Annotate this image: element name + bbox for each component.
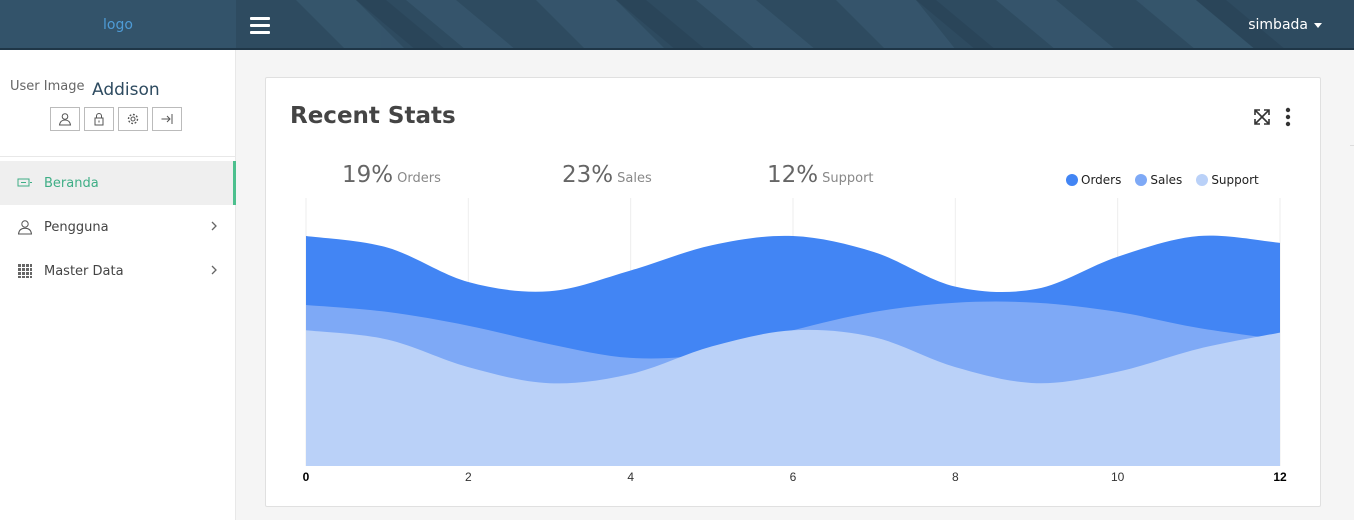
caret-down-icon bbox=[1314, 22, 1322, 28]
recent-stats-card: 0 2 4 6 8 10 12 Recent Stats 19% Orders 23% Sale… bbox=[265, 77, 1321, 507]
more-vertical-icon[interactable] bbox=[1282, 107, 1294, 127]
user-image: User Image bbox=[10, 79, 85, 94]
x-tick-label: 4 bbox=[627, 470, 634, 484]
stat-percent: 23% bbox=[562, 162, 614, 188]
stat-percent: 12% bbox=[767, 162, 819, 188]
hamburger-bar bbox=[250, 17, 270, 20]
legend-item-sales[interactable]: Sales bbox=[1135, 173, 1182, 187]
logo-text[interactable]: logo bbox=[103, 17, 133, 33]
sidebar-item-master-data[interactable]: Master Data bbox=[0, 249, 236, 293]
stat-label: Orders bbox=[397, 171, 441, 186]
legend-label: Support bbox=[1211, 173, 1259, 187]
legend-swatch bbox=[1066, 174, 1078, 186]
top-navbar: logo simbada bbox=[0, 0, 1354, 50]
sidebar: User Image Addison Beranda Pengguna Mast… bbox=[0, 50, 236, 520]
legend-label: Sales bbox=[1150, 173, 1183, 187]
dashboard-icon bbox=[17, 175, 33, 191]
hamburger-bar bbox=[250, 31, 270, 34]
user-menu-label: simbada bbox=[1248, 17, 1308, 33]
stat-support: 12% Support bbox=[767, 162, 874, 188]
card-title: Recent Stats bbox=[290, 103, 456, 129]
sidebar-nav: Beranda Pengguna Master Data bbox=[0, 161, 236, 293]
sidebar-item-label: Beranda bbox=[44, 175, 99, 191]
profile-button[interactable] bbox=[50, 107, 80, 131]
legend-label: Orders bbox=[1081, 173, 1122, 187]
user-menu-dropdown[interactable]: simbada bbox=[1248, 17, 1322, 33]
legend-swatch bbox=[1135, 174, 1148, 186]
sidebar-item-beranda[interactable]: Beranda bbox=[0, 161, 236, 205]
header-background-pattern bbox=[296, 0, 1286, 50]
x-tick-label: 2 bbox=[465, 470, 472, 484]
sidebar-item-label: Pengguna bbox=[44, 219, 109, 235]
x-tick-label: 8 bbox=[952, 470, 959, 484]
scroll-edge-marker bbox=[1350, 145, 1354, 146]
x-tick-label: 12 bbox=[1273, 470, 1287, 484]
x-tick-label: 6 bbox=[790, 470, 797, 484]
user-icon bbox=[58, 113, 72, 126]
user-actions bbox=[50, 107, 182, 131]
legend-swatch bbox=[1196, 174, 1209, 186]
stat-sales: 23% Sales bbox=[562, 162, 652, 188]
user-name: Addison bbox=[92, 80, 160, 100]
stat-label: Sales bbox=[617, 171, 652, 186]
stat-percent: 19% bbox=[342, 162, 394, 188]
x-tick-label: 10 bbox=[1111, 470, 1125, 484]
legend-item-orders[interactable]: Orders bbox=[1066, 173, 1121, 187]
hamburger-bar bbox=[250, 24, 270, 27]
chart-legend: Orders Sales Support bbox=[1066, 173, 1259, 187]
stat-orders: 19% Orders bbox=[342, 162, 441, 188]
settings-button[interactable] bbox=[118, 107, 148, 131]
fullscreen-icon[interactable] bbox=[1253, 108, 1271, 126]
chevron-right-icon bbox=[211, 265, 217, 275]
sidebar-item-label: Master Data bbox=[44, 263, 124, 279]
chevron-right-icon bbox=[211, 221, 217, 231]
legend-item-support[interactable]: Support bbox=[1196, 173, 1259, 187]
lock-button[interactable] bbox=[84, 107, 114, 131]
hamburger-menu-button[interactable] bbox=[250, 17, 270, 34]
logout-icon bbox=[161, 114, 173, 124]
stat-label: Support bbox=[822, 171, 874, 186]
x-tick-label: 0 bbox=[303, 470, 310, 484]
brand[interactable]: logo bbox=[0, 0, 236, 50]
lock-icon bbox=[94, 113, 104, 126]
sidebar-divider bbox=[0, 156, 236, 157]
sidebar-item-pengguna[interactable]: Pengguna bbox=[0, 205, 236, 249]
grid-icon bbox=[17, 263, 33, 279]
recent-stats-chart: 0 2 4 6 8 10 12 bbox=[303, 198, 1287, 484]
gear-icon bbox=[127, 113, 139, 125]
logout-button[interactable] bbox=[152, 107, 182, 131]
user-icon bbox=[17, 219, 33, 235]
